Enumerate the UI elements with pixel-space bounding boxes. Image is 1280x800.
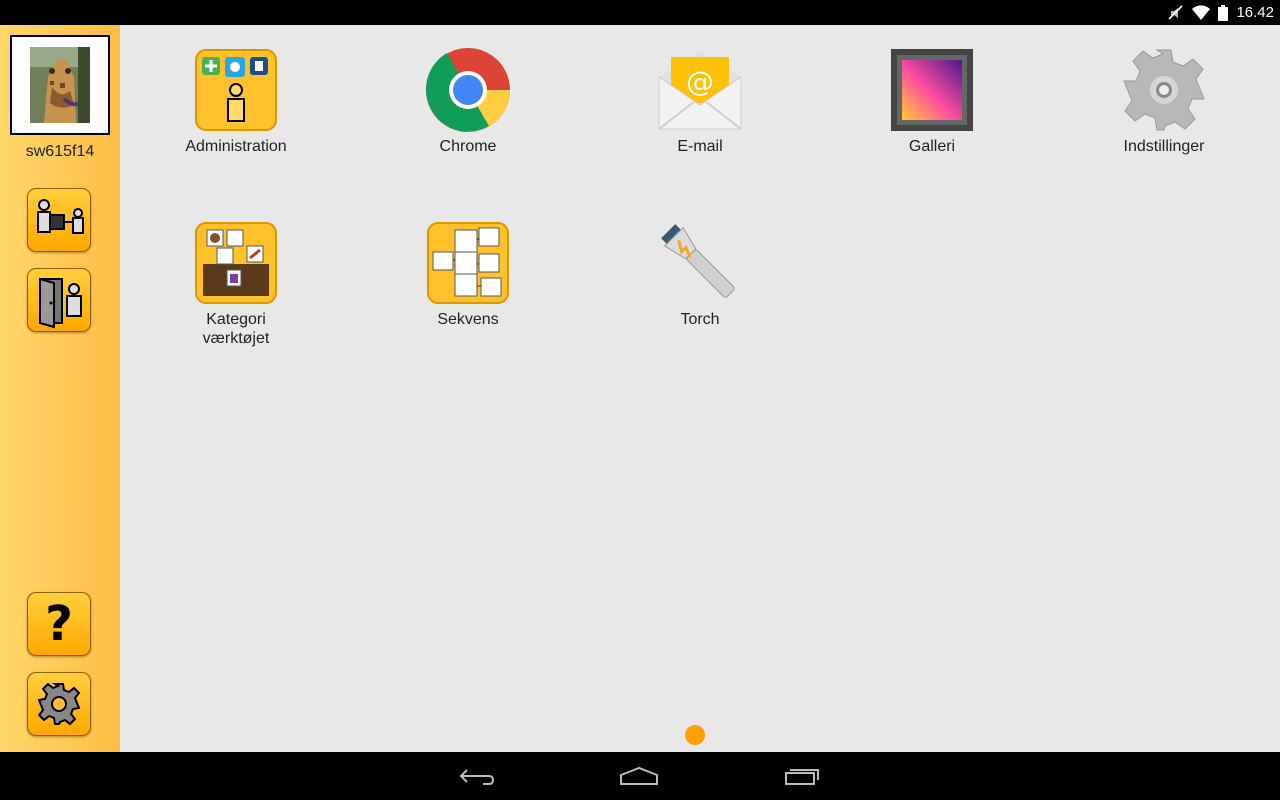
logout-button[interactable]	[27, 268, 91, 332]
administration-icon	[193, 47, 279, 133]
avatar[interactable]	[10, 35, 110, 135]
username: sw615f14	[25, 143, 95, 160]
app-email[interactable]: @ E-mail	[610, 47, 790, 156]
gallery-icon	[889, 47, 975, 133]
app-category-tool[interactable]: Kategori værktøjet	[146, 220, 326, 348]
gear-icon	[37, 682, 81, 726]
app-label: E-mail	[677, 138, 723, 155]
app-label: Administration	[185, 138, 287, 155]
back-button[interactable]	[447, 760, 507, 792]
chrome-icon	[425, 47, 511, 133]
svg-text:@: @	[686, 65, 714, 98]
sidebar-settings-button[interactable]	[27, 672, 91, 736]
page-indicator-dot	[685, 725, 705, 745]
mute-icon	[1168, 4, 1184, 21]
sequence-icon	[425, 220, 511, 306]
battery-icon	[1218, 4, 1229, 21]
status-icons: 16.42	[1168, 0, 1274, 25]
switch-user-icon	[37, 199, 84, 234]
app-label: Chrome	[439, 138, 497, 155]
app-label: Torch	[680, 311, 720, 328]
settings-icon	[1121, 47, 1207, 133]
app-label: Galleri	[908, 138, 956, 155]
giraffe-photo	[30, 47, 90, 123]
torch-icon	[657, 220, 743, 306]
email-icon: @	[657, 47, 743, 133]
navigation-bar	[0, 752, 1280, 800]
app-sequence[interactable]: Sekvens	[378, 220, 558, 329]
back-icon	[459, 769, 495, 785]
sidebar: sw615f14 ?	[0, 25, 120, 752]
status-bar: 16.42	[0, 0, 1280, 25]
recent-apps-icon	[785, 769, 819, 785]
help-icon: ?	[45, 596, 73, 652]
category-tool-icon	[193, 220, 279, 306]
app-chrome[interactable]: Chrome	[378, 47, 558, 156]
logout-door-icon	[39, 277, 82, 329]
wifi-icon	[1192, 4, 1211, 21]
switch-citizen-button[interactable]	[27, 188, 91, 252]
home-icon	[620, 766, 658, 785]
help-button[interactable]: ?	[27, 592, 91, 656]
home-button[interactable]	[609, 760, 669, 792]
app-administration[interactable]: Administration	[146, 47, 326, 156]
recent-apps-button[interactable]	[772, 760, 832, 792]
app-label: Indstillinger	[1123, 138, 1205, 155]
app-label: Kategori værktøjet	[202, 311, 270, 347]
app-torch[interactable]: Torch	[610, 220, 790, 329]
app-gallery[interactable]: Galleri	[842, 47, 1022, 156]
clock: 16.42	[1236, 4, 1274, 21]
app-settings[interactable]: Indstillinger	[1074, 47, 1254, 156]
app-label: Sekvens	[437, 311, 499, 328]
